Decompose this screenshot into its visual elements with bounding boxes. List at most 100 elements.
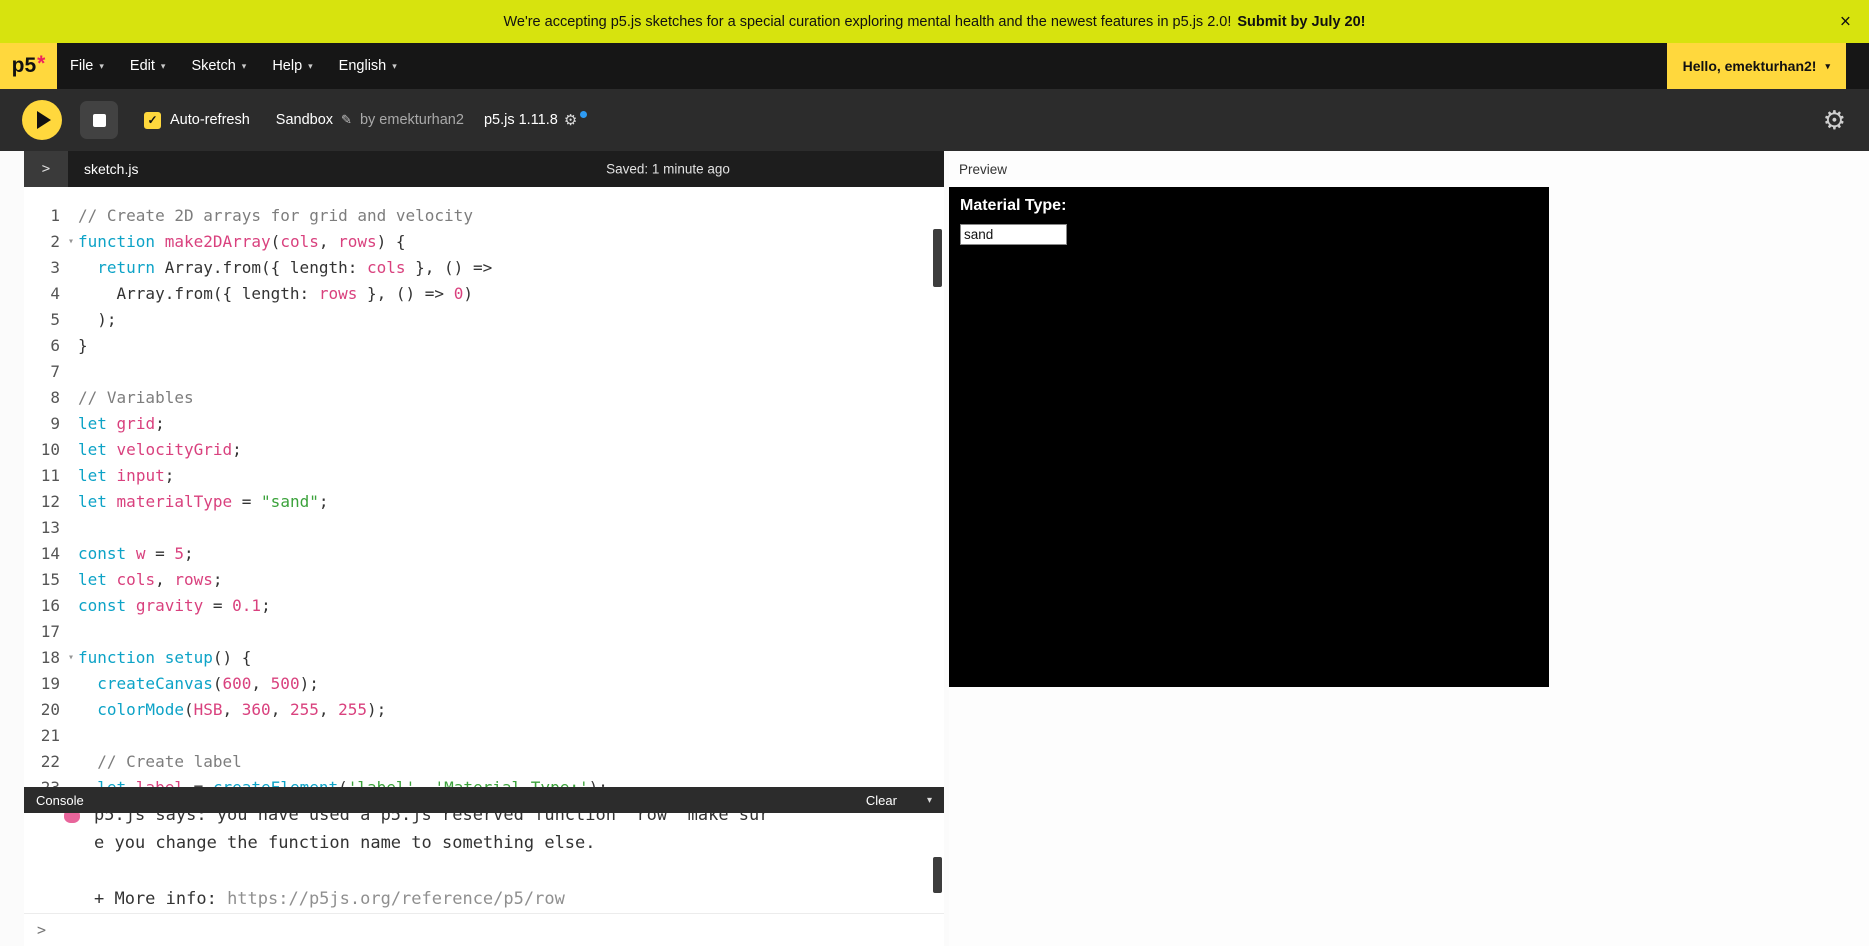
fold-arrow-icon[interactable]: ▾ (68, 645, 74, 671)
play-button[interactable] (22, 100, 62, 140)
project-author[interactable]: by emekturhan2 (360, 112, 464, 128)
code-line[interactable]: 16const gravity = 0.1; (24, 593, 944, 619)
main-content: > sketch.js Saved: 1 minute ago 1// Crea… (0, 151, 1869, 946)
chevron-down-icon: ▾ (392, 61, 397, 72)
p5-canvas[interactable]: Material Type: (949, 187, 1549, 687)
code-text: createCanvas(600, 500); (78, 671, 319, 697)
code-line[interactable]: 4 Array.from({ length: rows }, () => 0) (24, 281, 944, 307)
code-line[interactable]: 12let materialType = "sand"; (24, 489, 944, 515)
banner-text: We're accepting p5.js sketches for a spe… (503, 14, 1231, 30)
edit-name-pencil-icon[interactable]: ✎ (341, 112, 352, 128)
editor-scrollbar[interactable] (933, 229, 942, 287)
code-line[interactable]: 13 (24, 515, 944, 541)
tab-sketch-js[interactable]: sketch.js (68, 151, 154, 187)
code-line[interactable]: 3 return Array.from({ length: cols }, ()… (24, 255, 944, 281)
code-line[interactable]: 21 (24, 723, 944, 749)
code-line[interactable]: 7 (24, 359, 944, 385)
fold-arrow-icon[interactable]: ▾ (68, 229, 74, 255)
project-info: Sandbox ✎ by emekturhan2 (276, 112, 464, 128)
notification-dot (580, 111, 587, 118)
settings-gear-icon[interactable]: ⚙ (1823, 107, 1846, 133)
code-text: function setup() { (78, 645, 251, 671)
code-text: let materialType = "sand"; (78, 489, 328, 515)
code-text: const gravity = 0.1; (78, 593, 271, 619)
menu-help[interactable]: Help▾ (259, 43, 325, 89)
user-menu[interactable]: Hello, emekturhan2! ▾ (1667, 43, 1846, 89)
checkbox-checked-icon[interactable]: ✓ (144, 112, 161, 129)
console-text: p5.js says: you have used a p5.js reserv… (94, 813, 770, 825)
code-line[interactable]: 17 (24, 619, 944, 645)
auto-refresh-label: Auto-refresh (170, 112, 250, 128)
p5-version: p5.js 1.11.8 ⚙ (484, 111, 590, 129)
chevron-down-icon: ▾ (242, 61, 247, 72)
code-line[interactable]: 11let input; (24, 463, 944, 489)
line-number: 3 (24, 255, 78, 281)
preview-panel: Preview Material Type: (949, 151, 1869, 946)
menu-file[interactable]: File▾ (57, 43, 117, 89)
code-editor[interactable]: 1// Create 2D arrays for grid and veloci… (24, 187, 944, 787)
main-nav: p5* File▾ Edit▾ Sketch▾ Help▾ English▾ H… (0, 43, 1869, 89)
code-text: colorMode(HSB, 360, 255, 255); (78, 697, 386, 723)
logo-asterisk-icon: * (37, 52, 45, 76)
code-line[interactable]: 22 // Create label (24, 749, 944, 775)
sidebar-toggle-button[interactable]: > (24, 151, 68, 187)
code-line[interactable]: 9let grid; (24, 411, 944, 437)
code-text: let label = createElement('label', 'Mate… (78, 775, 608, 787)
console-clear-button[interactable]: Clear (866, 793, 897, 808)
code-line[interactable]: 6} (24, 333, 944, 359)
banner-cta[interactable]: Submit by July 20! (1237, 14, 1365, 30)
code-text: // Create label (78, 749, 242, 775)
console-text: + More info: (94, 889, 227, 909)
toolbar: ✓ Auto-refresh Sandbox ✎ by emekturhan2 … (0, 89, 1869, 151)
console-scrollbar[interactable] (933, 857, 942, 893)
banner-close-icon[interactable]: × (1840, 12, 1851, 31)
line-number: 1 (24, 203, 78, 229)
line-number: 5 (24, 307, 78, 333)
menu-edit[interactable]: Edit▾ (117, 43, 179, 89)
code-text: function make2DArray(cols, rows) { (78, 229, 406, 255)
saved-status: Saved: 1 minute ago (606, 162, 730, 177)
line-number: 19 (24, 671, 78, 697)
line-number: 20 (24, 697, 78, 723)
line-number: 4 (24, 281, 78, 307)
line-number: 2▾ (24, 229, 78, 255)
code-line[interactable]: 1// Create 2D arrays for grid and veloci… (24, 203, 944, 229)
code-text: let input; (78, 463, 174, 489)
code-line[interactable]: 19 createCanvas(600, 500); (24, 671, 944, 697)
editor-panel: > sketch.js Saved: 1 minute ago 1// Crea… (24, 151, 944, 946)
editor-header: > sketch.js Saved: 1 minute ago (24, 151, 944, 187)
code-text: ); (78, 307, 117, 333)
code-line[interactable]: 14const w = 5; (24, 541, 944, 567)
line-number: 17 (24, 619, 78, 645)
material-type-label: Material Type: (960, 197, 1066, 215)
project-name[interactable]: Sandbox (276, 112, 333, 128)
console-collapse-icon[interactable]: ▾ (927, 795, 932, 806)
code-line[interactable]: 2▾function make2DArray(cols, rows) { (24, 229, 944, 255)
code-line[interactable]: 20 colorMode(HSB, 360, 255, 255); (24, 697, 944, 723)
menu-sketch[interactable]: Sketch▾ (178, 43, 259, 89)
code-text: } (78, 333, 88, 359)
stop-button[interactable] (80, 101, 118, 139)
version-gear-icon[interactable]: ⚙ (564, 111, 577, 129)
code-line[interactable]: 8// Variables (24, 385, 944, 411)
line-number: 11 (24, 463, 78, 489)
p5-version-label[interactable]: p5.js 1.11.8 (484, 112, 558, 128)
line-number: 8 (24, 385, 78, 411)
console-output[interactable]: p5.js says: you have used a p5.js reserv… (24, 813, 944, 913)
line-number: 23 (24, 775, 78, 787)
code-lines: 1// Create 2D arrays for grid and veloci… (24, 203, 944, 787)
code-line[interactable]: 15let cols, rows; (24, 567, 944, 593)
line-number: 9 (24, 411, 78, 437)
code-line[interactable]: 18▾function setup() { (24, 645, 944, 671)
console-prompt[interactable]: > (24, 913, 944, 946)
code-line[interactable]: 5 ); (24, 307, 944, 333)
p5-logo[interactable]: p5* (0, 43, 57, 89)
code-line[interactable]: 23 let label = createElement('label', 'M… (24, 775, 944, 787)
auto-refresh-toggle[interactable]: ✓ Auto-refresh (144, 112, 250, 129)
line-number: 15 (24, 567, 78, 593)
console-link[interactable]: https://p5js.org/reference/p5/row (227, 889, 565, 909)
material-type-input[interactable] (960, 224, 1067, 245)
line-number: 6 (24, 333, 78, 359)
code-line[interactable]: 10let velocityGrid; (24, 437, 944, 463)
menu-language[interactable]: English▾ (326, 43, 410, 89)
